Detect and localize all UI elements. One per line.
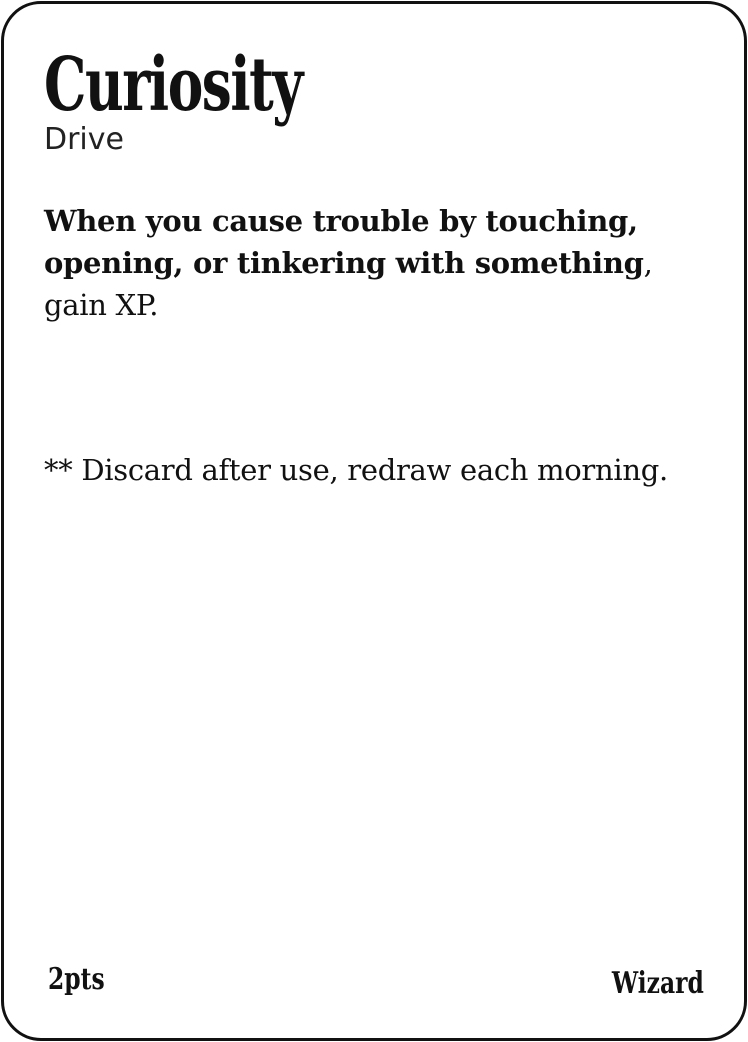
card-class: Wizard	[612, 966, 704, 1001]
rules-trigger: When you cause trouble by touching, open…	[44, 204, 644, 280]
card-type: Drive	[44, 122, 124, 157]
card-rules-text: When you cause trouble by touching, open…	[44, 200, 704, 326]
card-title: Curiosity	[44, 42, 303, 128]
drive-card: Curiosity Drive When you cause trouble b…	[1, 1, 747, 1041]
card-note: ** Discard after use, redraw each mornin…	[44, 453, 668, 487]
card-points: 2pts	[48, 962, 105, 997]
